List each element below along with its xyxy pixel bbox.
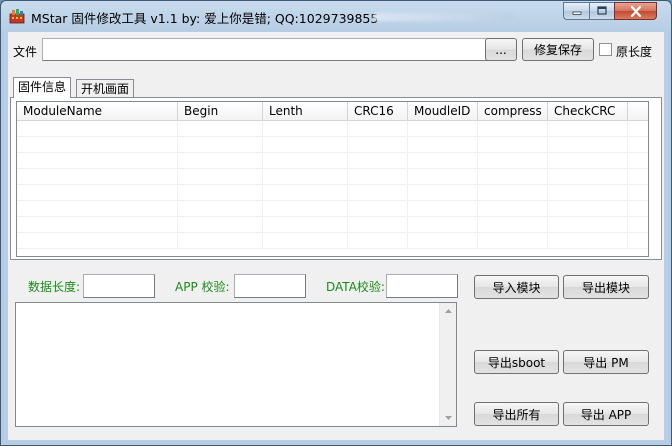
data-check-field[interactable] <box>386 274 458 298</box>
app-icon <box>9 9 25 24</box>
module-list[interactable]: ModuleName Begin Lenth CRC16 MoudleID co… <box>16 101 649 257</box>
window-title: MStar 固件修改工具 v1.1 by: 爱上你是错; QQ:10297398… <box>31 11 379 26</box>
table-row <box>17 121 648 137</box>
scroll-down-button[interactable] <box>440 410 456 426</box>
file-label: 文件 <box>13 45 38 59</box>
main-window: MStar 固件修改工具 v1.1 by: 爱上你是错; QQ:10297398… <box>0 0 672 446</box>
column-length[interactable]: Lenth <box>263 102 348 121</box>
table-row <box>17 201 648 217</box>
browse-button[interactable]: ... <box>485 38 517 61</box>
log-scrollbar[interactable] <box>439 303 456 426</box>
table-row <box>17 233 648 249</box>
app-check-field[interactable] <box>234 274 306 298</box>
maximize-icon <box>597 6 607 15</box>
minimize-icon <box>572 11 581 15</box>
arrow-down-icon <box>444 416 452 420</box>
scroll-up-button[interactable] <box>440 303 456 319</box>
client-area: 文件 ... 修复保存 原长度 固件信息 开机画面 ModuleName Beg… <box>8 32 664 440</box>
data-length-label: 数据长度: <box>28 280 81 294</box>
export-module-button[interactable]: 导出模块 <box>563 275 649 299</box>
tab-firmware-info[interactable]: 固件信息 <box>13 77 72 98</box>
window-controls <box>563 2 657 20</box>
column-compress[interactable]: compress <box>478 102 548 121</box>
column-module-id[interactable]: MoudleID <box>408 102 478 121</box>
table-row <box>17 185 648 201</box>
column-filler <box>628 102 648 121</box>
table-row <box>17 153 648 169</box>
arrow-up-icon <box>444 309 452 313</box>
column-crc16[interactable]: CRC16 <box>348 102 408 121</box>
data-length-field[interactable] <box>83 274 155 298</box>
minimize-button[interactable] <box>563 2 589 20</box>
repair-save-button[interactable]: 修复保存 <box>522 38 594 61</box>
original-length-checkbox[interactable] <box>599 43 612 56</box>
export-app-button[interactable]: 导出 APP <box>563 402 649 426</box>
tab-boot-screen[interactable]: 开机画面 <box>76 79 135 97</box>
table-row <box>17 137 648 153</box>
module-list-body <box>17 121 648 256</box>
original-length-label: 原长度 <box>616 45 653 59</box>
table-row <box>17 169 648 185</box>
module-list-header: ModuleName Begin Lenth CRC16 MoudleID co… <box>17 102 648 121</box>
column-begin[interactable]: Begin <box>178 102 263 121</box>
maximize-button[interactable] <box>589 2 614 20</box>
export-all-button[interactable]: 导出所有 <box>474 402 559 426</box>
close-icon <box>630 5 641 17</box>
table-row <box>17 217 648 233</box>
title-bar[interactable]: MStar 固件修改工具 v1.1 by: 爱上你是错; QQ:10297398… <box>1 1 671 31</box>
log-textarea[interactable] <box>15 302 457 427</box>
title-reflection <box>373 13 513 21</box>
column-check-crc[interactable]: CheckCRC <box>548 102 628 121</box>
file-path-input[interactable] <box>42 38 489 61</box>
close-button[interactable] <box>614 2 657 20</box>
data-check-label: DATA校验: <box>326 280 385 294</box>
export-pm-button[interactable]: 导出 PM <box>563 350 649 374</box>
export-sboot-button[interactable]: 导出sboot <box>474 350 559 374</box>
column-module-name[interactable]: ModuleName <box>17 102 178 121</box>
app-check-label: APP 校验: <box>175 280 230 294</box>
import-module-button[interactable]: 导入模块 <box>474 275 559 299</box>
